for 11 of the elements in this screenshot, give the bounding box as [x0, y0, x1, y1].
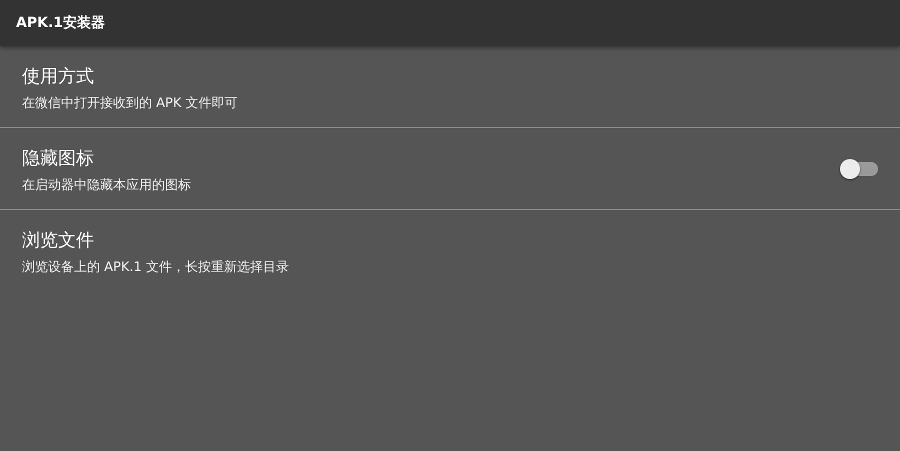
settings-item[interactable]: 浏览文件 浏览设备上的 APK.1 文件，长按重新选择目录 — [0, 210, 900, 291]
app-title: APK.1安装器 — [16, 14, 106, 32]
setting-title: 使用方式 — [22, 64, 95, 88]
toggle-switch[interactable] — [840, 158, 878, 178]
setting-summary: 浏览设备上的 APK.1 文件，长按重新选择目录 — [22, 258, 290, 276]
setting-title: 浏览文件 — [22, 228, 95, 252]
setting-summary: 在微信中打开接收到的 APK 文件即可 — [22, 94, 239, 112]
setting-title: 隐藏图标 — [22, 146, 95, 170]
settings-item[interactable]: 使用方式 在微信中打开接收到的 APK 文件即可 — [0, 46, 900, 128]
setting-summary: 在启动器中隐藏本应用的图标 — [22, 176, 192, 194]
settings-item[interactable]: 隐藏图标 在启动器中隐藏本应用的图标 — [0, 128, 900, 210]
